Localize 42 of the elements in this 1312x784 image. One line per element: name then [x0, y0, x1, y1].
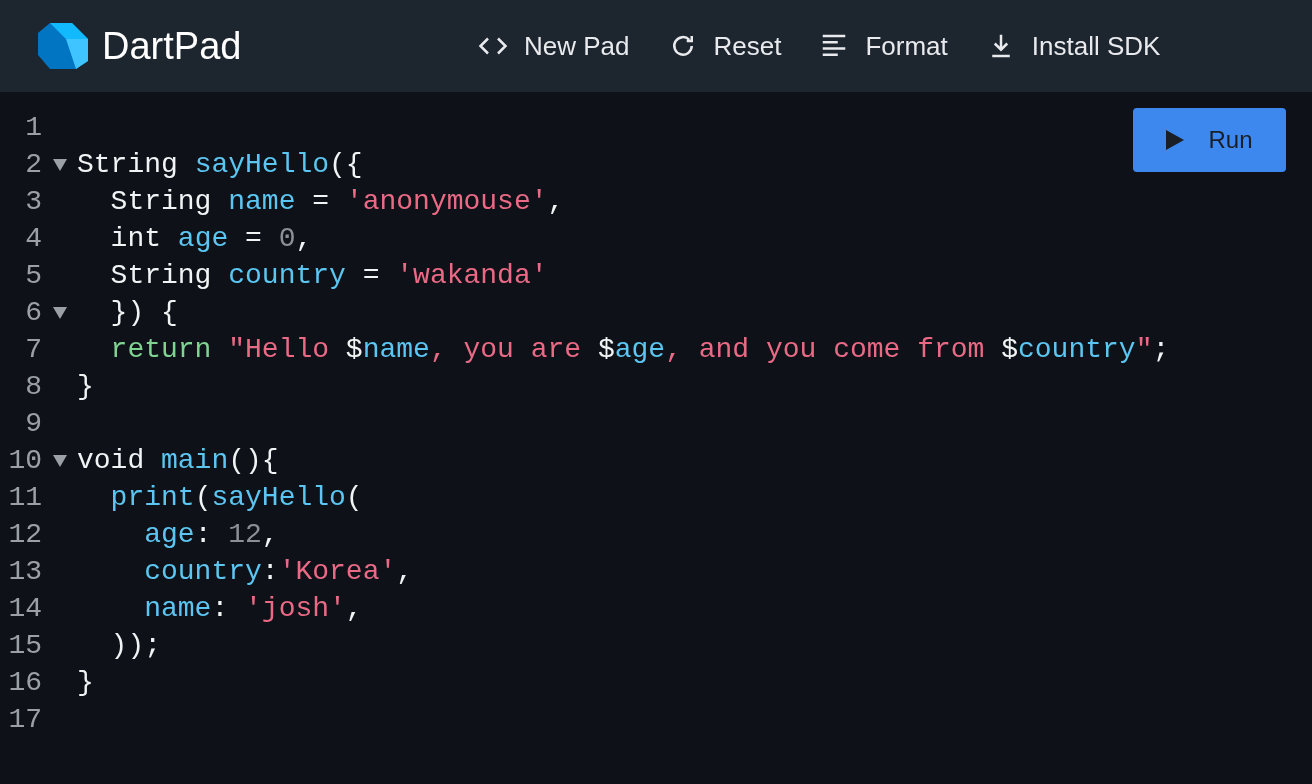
line-number: 15	[7, 630, 42, 661]
line-number: 6	[24, 297, 42, 328]
line-number: 2	[24, 149, 42, 180]
code-line: String name = 'anonymouse',	[109, 186, 565, 217]
line-number: 1	[24, 112, 42, 143]
toolbar-button[interactable]: Install SDK	[985, 30, 1161, 62]
code-line: int age = 0,	[109, 223, 313, 254]
fold-triangle-icon[interactable]	[52, 454, 67, 467]
code-line: print(sayHello(	[109, 482, 363, 513]
line-number: 12	[7, 519, 42, 550]
line-number: 14	[7, 593, 42, 624]
code-line: return "Hello $name, you are $age, and you come from $country";	[109, 334, 1170, 365]
toolbar-button[interactable]: Reset	[667, 30, 782, 62]
line-number: 5	[24, 260, 42, 291]
line-number: 4	[24, 223, 42, 254]
line-number: 16	[7, 667, 42, 698]
line-number: 9	[24, 408, 42, 439]
run-button[interactable]: Run	[1133, 108, 1286, 172]
line-number: 10	[7, 445, 42, 476]
code-line: }	[77, 667, 94, 698]
line-number: 13	[7, 556, 42, 587]
code-line: String country = 'wakanda'	[109, 260, 548, 291]
code-line: String sayHello({	[77, 149, 363, 180]
code-line: void main(){	[77, 445, 279, 476]
code-line: ));	[109, 630, 161, 661]
line-number: 11	[7, 482, 42, 513]
code-line: }) {	[109, 297, 178, 328]
play-icon	[1166, 130, 1185, 150]
line-number: 8	[24, 371, 42, 402]
code-line: country:'Korea',	[143, 556, 414, 587]
line-number: 3	[24, 186, 42, 217]
logo-icon	[38, 23, 88, 69]
code-line: }	[77, 371, 94, 402]
app-title: DartPad	[102, 24, 242, 68]
toolbar-button[interactable]: Format	[819, 30, 948, 62]
code-line: name: 'josh',	[143, 593, 363, 624]
line-number: 7	[24, 334, 42, 365]
line-number: 17	[7, 704, 42, 735]
code-line: age: 12,	[143, 519, 279, 550]
fold-triangle-icon[interactable]	[52, 158, 67, 171]
toolbar-button[interactable]: New Pad	[478, 30, 630, 62]
fold-triangle-icon[interactable]	[52, 306, 67, 319]
